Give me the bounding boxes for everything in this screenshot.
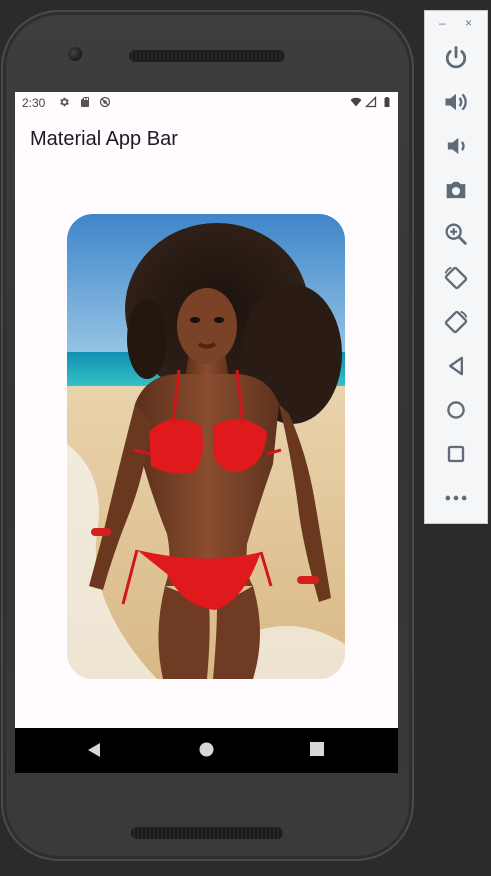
signal-icon <box>365 96 377 108</box>
device-screen[interactable]: 2:30 Material App Bar <box>15 92 398 773</box>
bracelet-right <box>297 576 319 584</box>
overview-icon <box>447 445 465 463</box>
volume-down-button[interactable] <box>442 132 470 160</box>
home-icon <box>447 401 465 419</box>
face <box>177 288 237 364</box>
rotate-left-button[interactable] <box>442 264 470 292</box>
status-bar: 2:30 <box>15 92 398 114</box>
bottom-speaker <box>131 827 283 839</box>
gear-icon <box>60 97 69 107</box>
emulator-stage: 2:30 Material App Bar – × <box>0 0 491 876</box>
back-button[interactable] <box>442 352 470 380</box>
front-camera <box>68 47 82 61</box>
wifi-icon <box>350 97 362 107</box>
emulator-toolbar: – × <box>424 10 488 524</box>
zoom-in-icon <box>445 223 467 245</box>
sd-card-icon <box>81 97 89 107</box>
camera-icon <box>446 181 466 199</box>
home-button[interactable] <box>442 396 470 424</box>
power-button[interactable] <box>442 44 470 72</box>
volume-up-button[interactable] <box>442 88 470 116</box>
app-bar-title: Material App Bar <box>30 128 178 150</box>
rotate-right-button[interactable] <box>442 308 470 336</box>
back-icon <box>449 356 463 376</box>
minimize-button[interactable]: – <box>439 17 446 29</box>
back-icon[interactable] <box>87 742 101 758</box>
zoom-button[interactable] <box>442 220 470 248</box>
more-button[interactable] <box>442 484 470 512</box>
beach-photo <box>67 214 345 679</box>
overview-button[interactable] <box>442 440 470 468</box>
screenshot-button[interactable] <box>442 176 470 204</box>
rotate-left-icon <box>444 266 468 290</box>
bracelet-left <box>91 528 111 536</box>
volume-down-icon <box>447 137 465 155</box>
more-icon <box>445 495 467 501</box>
battery-icon <box>384 97 390 107</box>
status-time: 2:30 <box>22 96 46 110</box>
overview-icon[interactable] <box>310 742 324 756</box>
bikini-top-left <box>149 419 203 474</box>
photo-illustration <box>67 214 345 679</box>
rotate-right-icon <box>444 310 468 334</box>
earpiece-speaker <box>129 50 285 62</box>
power-icon <box>445 46 467 69</box>
sync-disabled-icon <box>99 96 111 108</box>
close-button[interactable]: × <box>465 17 472 29</box>
home-icon[interactable] <box>199 742 214 757</box>
volume-up-icon <box>445 93 467 111</box>
system-navigation-bar <box>15 728 398 773</box>
